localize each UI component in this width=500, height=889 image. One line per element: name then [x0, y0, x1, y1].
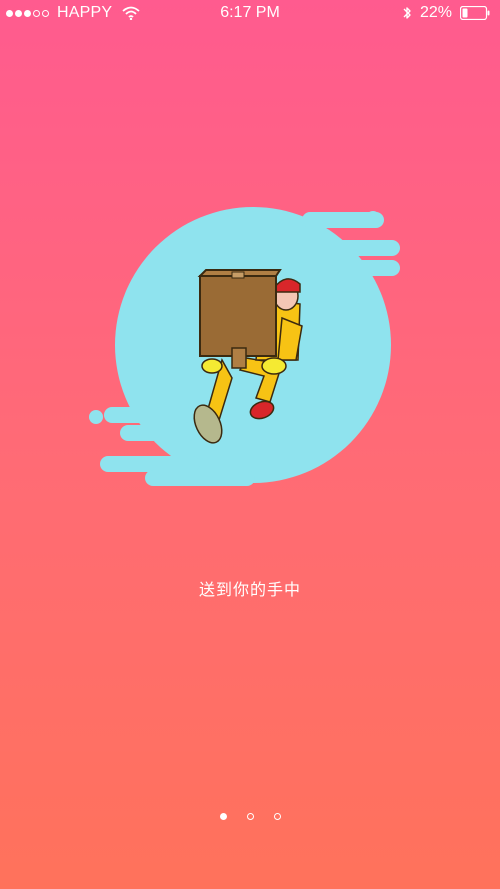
page-dot-2[interactable]: [246, 813, 254, 820]
status-bar: HAPPY 6:17 PM 22%: [0, 0, 500, 28]
courier-illustration: [89, 207, 400, 486]
page-dot-3[interactable]: [273, 813, 281, 820]
bluetooth-icon: [403, 7, 411, 19]
page-indicator: [0, 813, 500, 820]
battery-icon: [460, 6, 490, 20]
page-dot-1[interactable]: [219, 813, 227, 820]
status-right: 22%: [402, 4, 490, 22]
onboarding-caption: 送到你的手中: [198, 580, 301, 599]
battery-percent: 22%: [419, 4, 452, 21]
